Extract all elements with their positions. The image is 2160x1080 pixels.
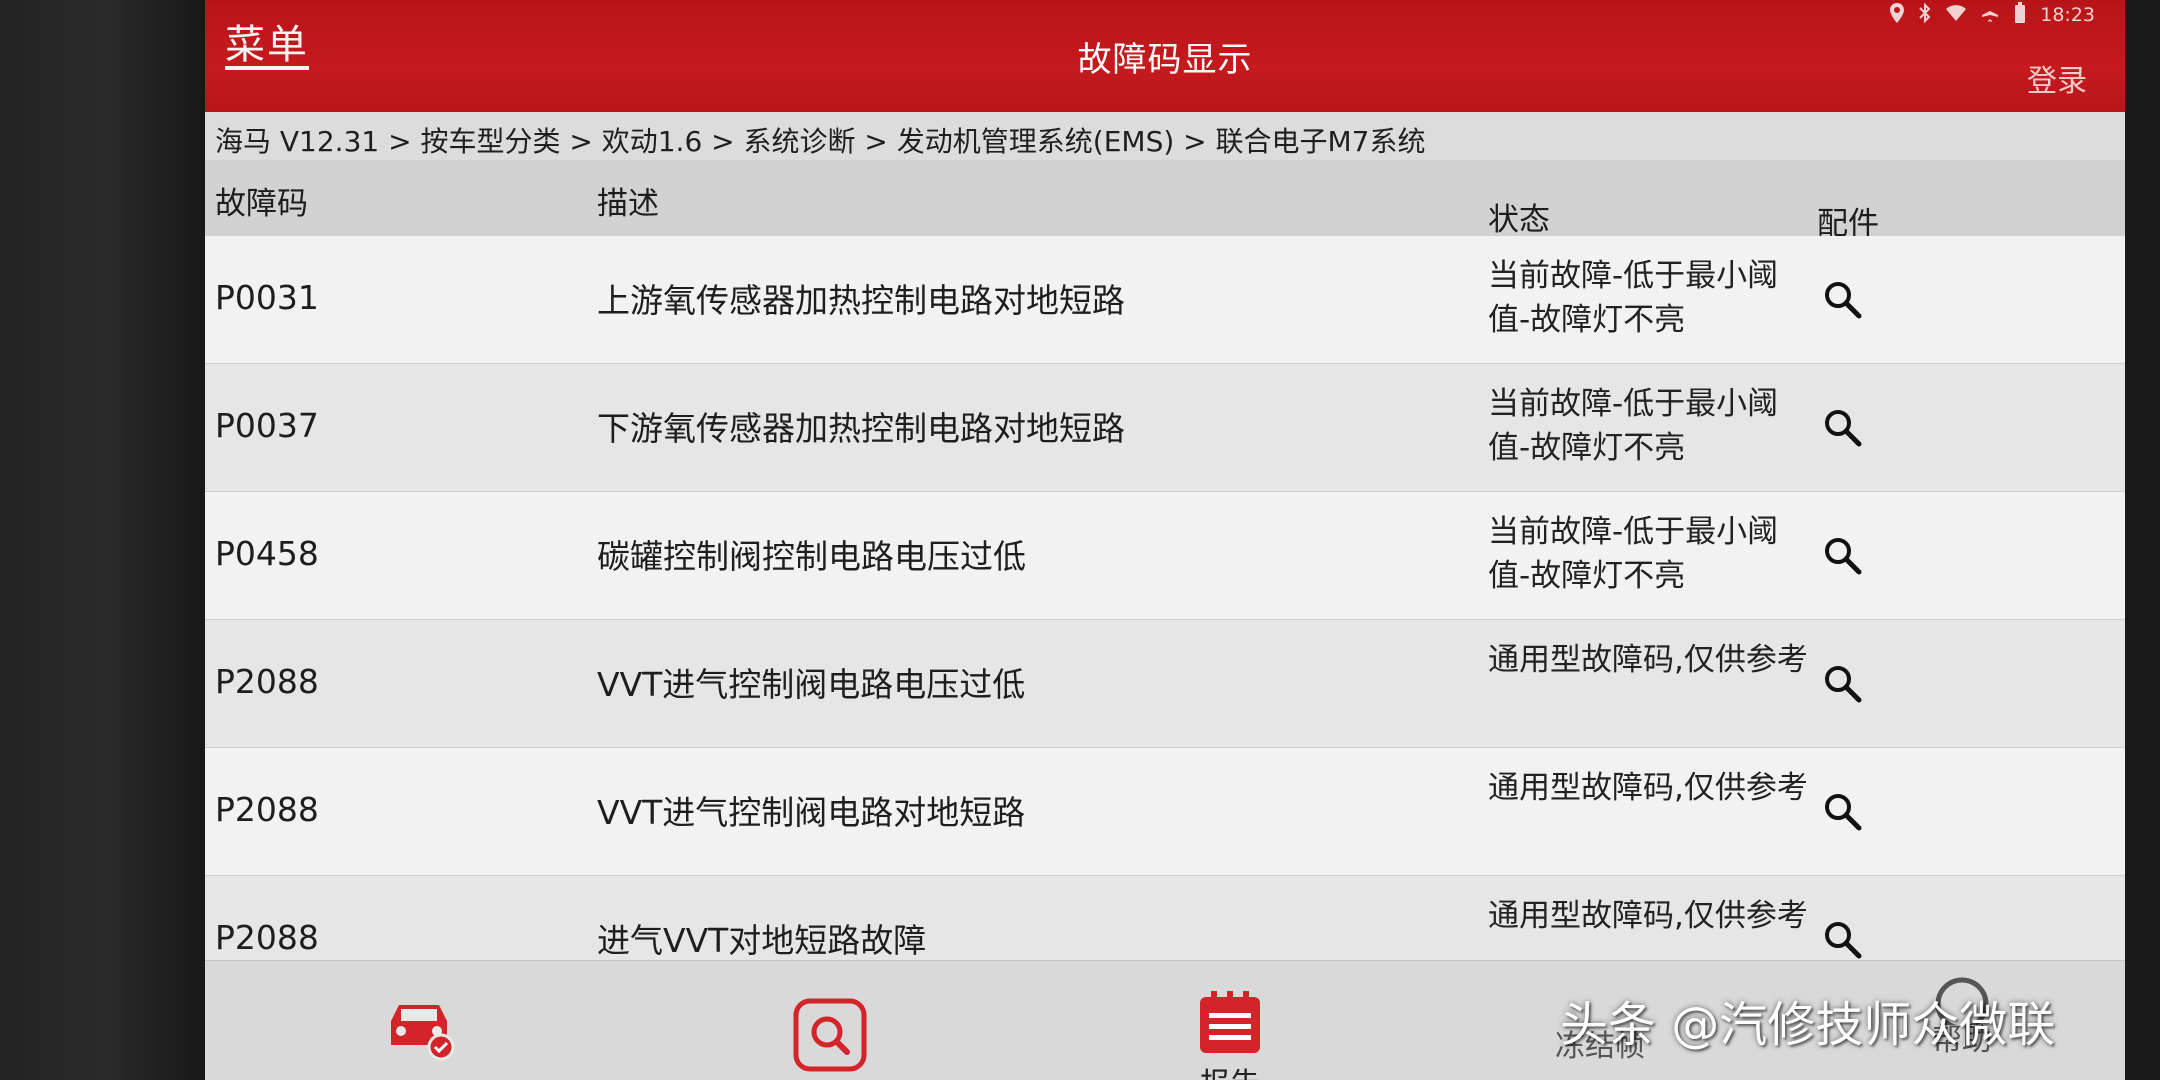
- bluetooth-icon: [1918, 2, 1932, 28]
- search-icon[interactable]: [1821, 790, 1865, 834]
- table-row[interactable]: P2088 VVT进气控制阀电路对地短路 通用型故障码,仅供参考: [205, 748, 2125, 876]
- toolbar-search-button[interactable]: [792, 997, 868, 1077]
- column-header-status: 状态: [1488, 202, 1550, 238]
- car-check-icon: [377, 979, 461, 1067]
- header-bar: 18:23 菜单 故障码显示 登录: [205, 0, 2125, 112]
- fault-status: 通用型故障码,仅供参考: [1488, 642, 1808, 678]
- fault-code: P2088: [215, 662, 319, 701]
- fault-status: 当前故障-低于最小阈值-故障灯不亮: [1488, 386, 1779, 466]
- fault-code: P2088: [215, 918, 319, 957]
- fault-code: P2088: [215, 790, 319, 829]
- login-button[interactable]: 登录: [2027, 56, 2087, 100]
- app-screen: 18:23 菜单 故障码显示 登录 海马 V12.31 > 按车型分类 > 欢动…: [205, 0, 2125, 1080]
- fault-description: VVT进气控制阀电路对地短路: [597, 793, 1026, 832]
- fault-code: P0458: [215, 534, 319, 573]
- status-time: 18:23: [2040, 4, 2095, 26]
- fault-description: 碳罐控制阀控制电路电压过低: [597, 537, 1026, 576]
- toolbar-vehicle-button[interactable]: [377, 979, 461, 1067]
- battery-icon: [2014, 1, 2026, 29]
- fault-description: 下游氧传感器加热控制电路对地短路: [597, 409, 1125, 448]
- location-icon: [1890, 2, 1905, 28]
- fault-code: P0031: [215, 278, 319, 317]
- fault-code-table: P0031 上游氧传感器加热控制电路对地短路 当前故障-低于最小阈值-故障灯不亮…: [205, 236, 2125, 1004]
- page-title: 故障码显示: [1077, 40, 1253, 80]
- table-row[interactable]: P0037 下游氧传感器加热控制电路对地短路 当前故障-低于最小阈值-故障灯不亮: [205, 364, 2125, 492]
- search-icon[interactable]: [1821, 662, 1865, 706]
- status-bar: 18:23: [1890, 1, 2095, 29]
- airplane-icon: [1980, 3, 2000, 28]
- search-icon: [792, 997, 868, 1077]
- toolbar-report-button[interactable]: 报告: [1185, 991, 1275, 1080]
- fault-status: 通用型故障码,仅供参考: [1488, 898, 1808, 934]
- fault-status: 通用型故障码,仅供参考: [1488, 770, 1808, 806]
- search-icon[interactable]: [1821, 918, 1865, 962]
- fault-code: P0037: [215, 406, 319, 445]
- wifi-icon: [1946, 4, 1967, 26]
- search-icon[interactable]: [1821, 278, 1865, 322]
- column-header-code: 故障码: [215, 186, 308, 222]
- toolbar-report-label: 报告: [1185, 1059, 1275, 1080]
- table-row[interactable]: P2088 VVT进气控制阀电路电压过低 通用型故障码,仅供参考: [205, 620, 2125, 748]
- table-header: 故障码 描述 状态 配件: [205, 160, 2125, 242]
- fault-description: 进气VVT对地短路故障: [597, 921, 927, 960]
- fault-status: 当前故障-低于最小阈值-故障灯不亮: [1488, 258, 1779, 338]
- table-row[interactable]: P0458 碳罐控制阀控制电路电压过低 当前故障-低于最小阈值-故障灯不亮: [205, 492, 2125, 620]
- search-icon[interactable]: [1821, 534, 1865, 578]
- report-icon: [1185, 991, 1275, 1059]
- breadcrumb: 海马 V12.31 > 按车型分类 > 欢动1.6 > 系统诊断 > 发动机管理…: [205, 112, 2125, 161]
- fault-status: 当前故障-低于最小阈值-故障灯不亮: [1488, 514, 1779, 594]
- watermark-text: 头条 @汽修技师众微联: [1560, 997, 2056, 1053]
- breadcrumb-text: 海马 V12.31 > 按车型分类 > 欢动1.6 > 系统诊断 > 发动机管理…: [215, 125, 1426, 158]
- fault-description: 上游氧传感器加热控制电路对地短路: [597, 281, 1125, 320]
- fault-description: VVT进气控制阀电路电压过低: [597, 665, 1026, 704]
- table-row[interactable]: P0031 上游氧传感器加热控制电路对地短路 当前故障-低于最小阈值-故障灯不亮: [205, 236, 2125, 364]
- column-header-description: 描述: [597, 186, 659, 222]
- search-icon[interactable]: [1821, 406, 1865, 450]
